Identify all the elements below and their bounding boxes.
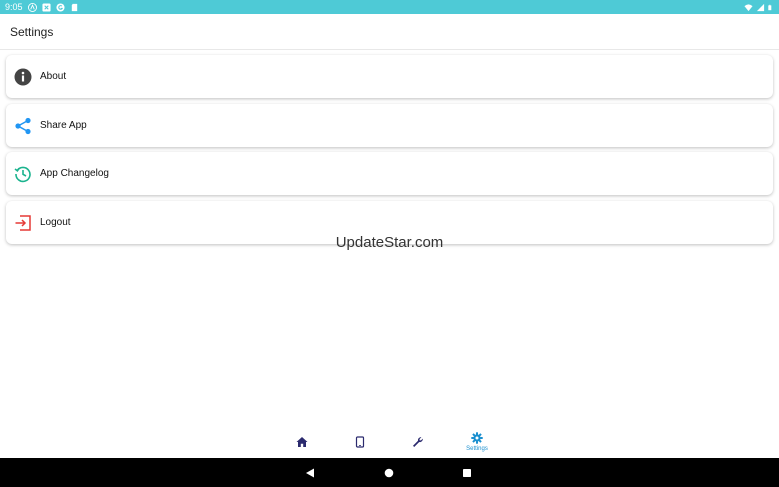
history-icon — [14, 165, 32, 183]
recents-square-icon — [463, 469, 471, 477]
back-button[interactable] — [303, 466, 317, 480]
home-button[interactable] — [382, 466, 396, 480]
battery-icon — [768, 4, 772, 10]
logout-icon — [14, 214, 32, 232]
gear-icon — [471, 432, 483, 444]
nav-item-tools[interactable] — [398, 426, 438, 458]
settings-item-about[interactable]: About — [6, 55, 773, 98]
tablet-icon — [355, 436, 365, 448]
settings-item-app-changelog[interactable]: App Changelog — [6, 152, 773, 195]
settings-item-label: App Changelog — [40, 168, 109, 179]
status-bar: 9:05 — [0, 0, 779, 14]
system-nav-bar — [0, 458, 779, 487]
settings-item-label: Share App — [40, 120, 87, 131]
signal-icon — [756, 3, 765, 11]
screen: 9:05 Settings About Share App App Change… — [0, 0, 779, 487]
nav-label-settings: Settings — [466, 446, 488, 452]
sd-card-icon — [71, 3, 77, 11]
home-circle-icon — [384, 468, 394, 478]
wrench-icon — [413, 437, 423, 447]
autoupdate-a-icon — [27, 2, 37, 12]
watermark: UpdateStar.com — [335, 234, 444, 251]
status-left: 9:05 — [5, 2, 79, 12]
settings-item-label: Logout — [40, 217, 71, 228]
status-right — [744, 3, 774, 12]
back-triangle-icon — [306, 468, 314, 478]
x-icon — [41, 2, 51, 12]
share-icon — [14, 117, 32, 135]
nav-item-devices[interactable] — [340, 426, 380, 458]
nav-item-home[interactable] — [282, 426, 322, 458]
app-bar: Settings — [0, 14, 779, 50]
g-icon — [55, 2, 65, 12]
settings-item-share-app[interactable]: Share App — [6, 104, 773, 147]
wifi-icon — [744, 3, 753, 11]
home-icon — [296, 437, 308, 447]
info-icon — [14, 68, 32, 86]
status-time: 9:05 — [5, 2, 23, 12]
recents-button[interactable] — [460, 466, 474, 480]
settings-item-label: About — [40, 71, 67, 82]
bottom-nav: Settings — [0, 426, 779, 458]
page-title: Settings — [10, 24, 54, 39]
nav-item-settings[interactable]: Settings — [457, 426, 497, 458]
